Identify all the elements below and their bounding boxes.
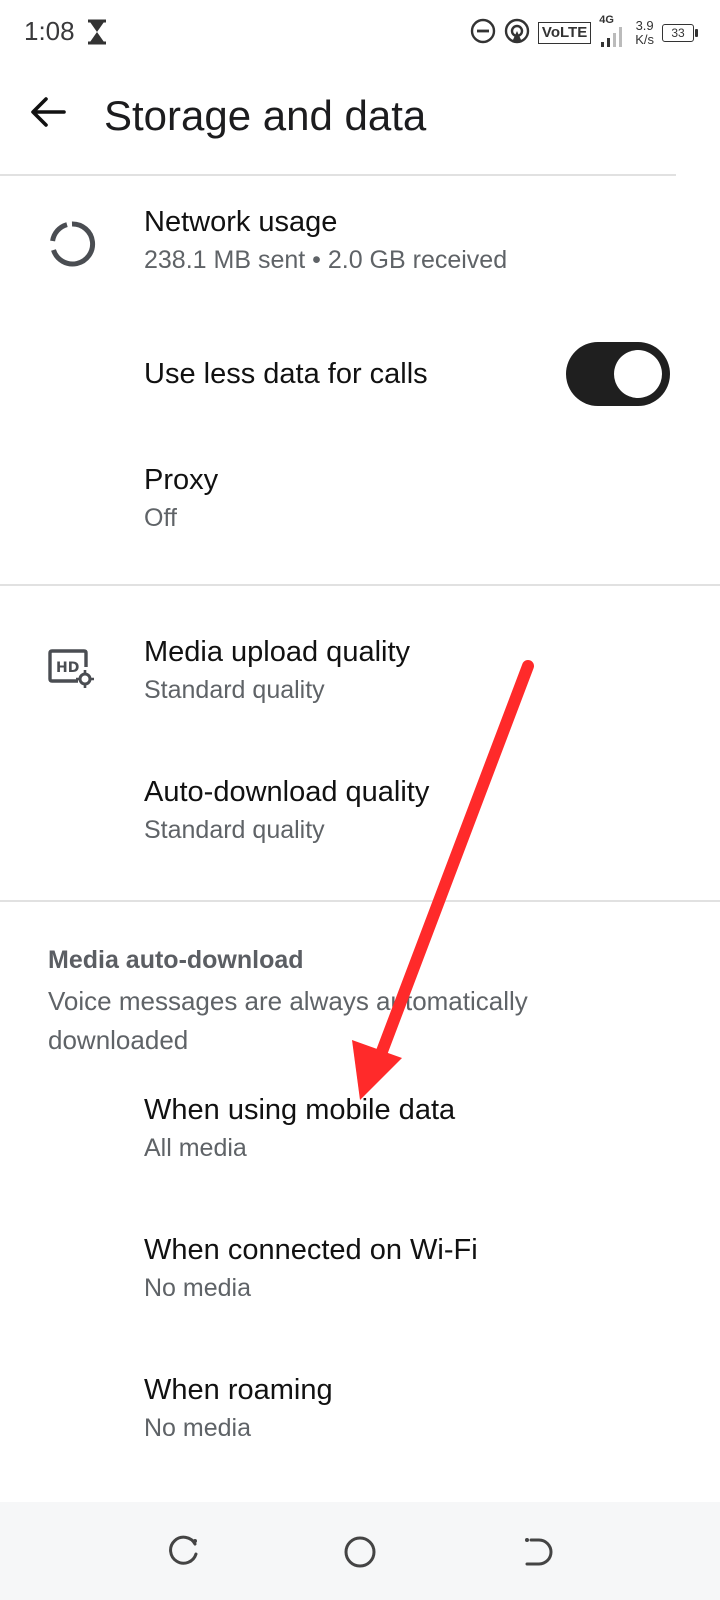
network-usage-summary: 238.1 MB sent • 2.0 GB received (144, 246, 508, 274)
auto-download-quality-value: Standard quality (144, 816, 325, 844)
donut-chart-icon (48, 220, 96, 273)
auto-download-wifi-row[interactable]: When connected on Wi-Fi No media (0, 1218, 720, 1318)
auto-download-mobile-title: When using mobile data (144, 1094, 456, 1126)
section-heading: Media auto-download (48, 946, 304, 974)
back-button[interactable] (24, 88, 72, 136)
auto-download-roaming-title: When roaming (144, 1374, 333, 1406)
media-upload-quality-value: Standard quality (144, 676, 325, 704)
arrow-left-icon (31, 97, 66, 127)
auto-download-wifi-title: When connected on Wi-Fi (144, 1234, 478, 1266)
toggle-knob (614, 350, 662, 398)
svg-text:HD: HD (56, 660, 79, 676)
home-circle-icon (344, 1536, 376, 1568)
home-button[interactable] (340, 1532, 380, 1572)
less-data-calls-toggle[interactable] (566, 342, 670, 406)
auto-download-quality-title: Auto-download quality (144, 776, 430, 808)
network-speed: 3.9 K/s (635, 19, 654, 47)
volte-badge: VoLTE (537, 22, 592, 44)
hourglass-icon (86, 19, 108, 50)
hd-settings-icon: HD (48, 648, 94, 693)
proxy-title: Proxy (144, 464, 219, 496)
section-description: Voice messages are always automatically … (48, 986, 528, 1055)
signal-4g-label: 4G (599, 14, 614, 26)
battery-icon: 33 (662, 24, 698, 42)
divider (0, 900, 720, 902)
dnd-icon (470, 18, 496, 49)
divider (0, 174, 676, 176)
media-upload-quality-title: Media upload quality (144, 636, 411, 668)
recents-button[interactable] (164, 1532, 204, 1572)
recents-icon (169, 1535, 198, 1565)
network-usage-row[interactable]: Network usage 238.1 MB sent • 2.0 GB rec… (0, 190, 720, 306)
back-nav-icon (525, 1538, 553, 1566)
less-data-calls-row[interactable]: Use less data for calls (0, 342, 720, 406)
status-bar: 1:08 VoLTE 4G 3.9 K/s 33 (0, 0, 720, 66)
auto-download-mobile-row[interactable]: When using mobile data All media (0, 1078, 720, 1178)
speed-unit: K/s (635, 32, 654, 47)
status-icons: VoLTE 4G 3.9 K/s 33 (470, 14, 698, 50)
signal-icon: 4G (599, 14, 627, 48)
system-nav-bar (0, 1502, 720, 1600)
speed-value: 3.9 (635, 18, 654, 33)
divider (0, 584, 720, 586)
hotspot-icon (504, 18, 530, 49)
network-usage-title: Network usage (144, 206, 338, 238)
battery-level: 33 (671, 26, 685, 40)
proxy-value: Off (144, 504, 177, 532)
auto-download-quality-row[interactable]: Auto-download quality Standard quality (0, 760, 720, 860)
status-time: 1:08 (24, 16, 75, 46)
auto-download-roaming-row[interactable]: When roaming No media (0, 1358, 720, 1458)
auto-download-wifi-value: No media (144, 1274, 251, 1302)
proxy-row[interactable]: Proxy Off (0, 448, 720, 548)
auto-download-roaming-value: No media (144, 1414, 251, 1442)
page-title: Storage and data (104, 92, 427, 139)
app-bar: Storage and data (0, 66, 720, 170)
media-upload-quality-row[interactable]: HD Media upload quality Standard quality (0, 620, 720, 720)
less-data-calls-label: Use less data for calls (144, 358, 428, 390)
auto-download-mobile-value: All media (144, 1134, 247, 1162)
back-nav-button[interactable] (516, 1532, 556, 1572)
